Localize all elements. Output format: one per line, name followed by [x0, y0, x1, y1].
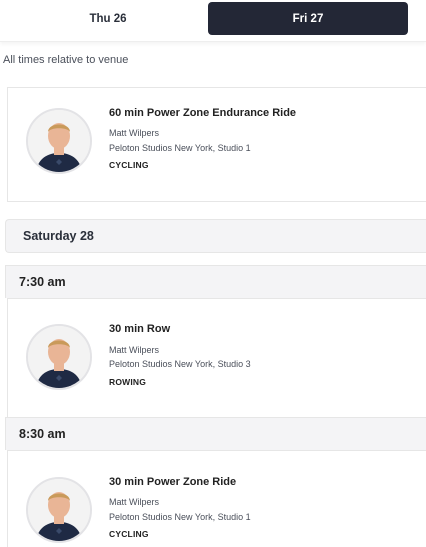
class-discipline: ROWING: [109, 377, 147, 387]
class-title: 30 min Power Zone Ride: [109, 476, 237, 488]
class-location: Peloton Studios New York, Studio 1: [109, 143, 251, 153]
instructor-avatar-icon: [26, 324, 92, 390]
tab-thu-26[interactable]: Thu 26: [8, 2, 208, 35]
class-title: 60 min Power Zone Endurance Ride: [109, 107, 297, 119]
class-discipline: CYCLING: [109, 160, 149, 170]
tab-fri-27[interactable]: Fri 27: [208, 2, 408, 35]
class-discipline: CYCLING: [109, 529, 149, 539]
time-header: 7:30 am: [5, 265, 426, 298]
class-title: 30 min Row: [109, 323, 171, 335]
timezone-note: All times relative to venue: [3, 54, 129, 66]
instructor-avatar-icon: [26, 477, 92, 543]
instructor-name: Matt Wilpers: [109, 497, 160, 507]
class-card[interactable]: 30 min Power Zone Ride Matt Wilpers Pelo…: [7, 450, 426, 547]
class-card[interactable]: 30 min Row Matt Wilpers Peloton Studios …: [7, 298, 426, 418]
instructor-name: Matt Wilpers: [109, 128, 160, 138]
instructor-avatar-icon: [26, 108, 92, 174]
class-card[interactable]: 60 min Power Zone Endurance Ride Matt Wi…: [7, 87, 426, 202]
time-header: 8:30 am: [5, 417, 426, 450]
class-location: Peloton Studios New York, Studio 1: [109, 512, 251, 522]
instructor-name: Matt Wilpers: [109, 345, 160, 355]
day-header-saturday: Saturday 28: [5, 219, 426, 253]
day-tabs: Thu 26 Fri 27: [0, 0, 426, 42]
class-location: Peloton Studios New York, Studio 3: [109, 359, 251, 369]
